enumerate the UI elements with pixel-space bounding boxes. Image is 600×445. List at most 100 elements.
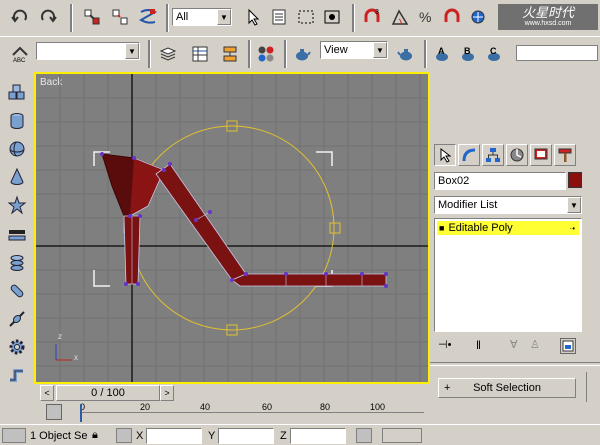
- rectangular-selection-region-button[interactable]: [294, 5, 318, 29]
- list-icon: [272, 9, 286, 25]
- create-box-button[interactable]: [4, 80, 30, 106]
- chevron-down-icon: ▼: [125, 43, 139, 59]
- open-mini-curve-editor-button[interactable]: [46, 404, 62, 420]
- render-c-button[interactable]: C: [482, 42, 506, 66]
- named-selection-sets-button[interactable]: ABC: [8, 42, 32, 66]
- create-hose-button[interactable]: [4, 362, 30, 388]
- track-bar[interactable]: 0 20 40 60 80 100: [36, 402, 428, 424]
- tube-icon: [10, 255, 24, 271]
- hierarchy-icon: [486, 148, 500, 162]
- create-star-button[interactable]: [4, 192, 30, 218]
- render-b-button[interactable]: B: [456, 42, 480, 66]
- track-tick-label: 60: [262, 402, 273, 412]
- selection-filter-value: All: [176, 11, 189, 23]
- configure-icon: [562, 340, 574, 352]
- layers-icon: [159, 47, 177, 61]
- toolbar-separator: [284, 40, 287, 68]
- y-coordinate-field[interactable]: [218, 428, 274, 444]
- tab-display[interactable]: [530, 144, 552, 166]
- modifier-stack-item[interactable]: ■ Editable Poly ·•: [437, 221, 579, 235]
- snaps-toggle-button[interactable]: 3: [360, 5, 384, 29]
- show-end-result-button[interactable]: ǁ: [476, 338, 492, 356]
- x-coordinate-field[interactable]: [146, 428, 202, 444]
- time-slider-thumb[interactable]: 0 / 100: [56, 385, 160, 401]
- toolbar-scroll-field[interactable]: [516, 45, 598, 61]
- time-slider-prev-button[interactable]: <: [40, 385, 54, 401]
- reference-coordinate-value: View: [324, 44, 348, 56]
- create-spindle-button[interactable]: [4, 306, 30, 332]
- create-gear-button[interactable]: [4, 334, 30, 360]
- make-unique-button[interactable]: ∀: [510, 338, 526, 356]
- panel-scrollbar[interactable]: [586, 372, 599, 402]
- tab-modify[interactable]: [458, 144, 480, 166]
- material-spheres-icon: [258, 46, 274, 62]
- schematic-view-button[interactable]: [218, 42, 242, 66]
- absolute-mode-toggle[interactable]: [116, 428, 132, 443]
- time-slider-next-button[interactable]: >: [160, 385, 174, 401]
- tab-hierarchy[interactable]: [482, 144, 504, 166]
- redo-button[interactable]: [36, 5, 60, 29]
- tab-create[interactable]: [434, 144, 456, 166]
- command-panel: Box02 Modifier List ▼ ■ Editable Poly ·•…: [430, 72, 600, 402]
- percent-snap-button[interactable]: %: [414, 5, 438, 29]
- grid-setting-button[interactable]: [356, 428, 372, 443]
- axis-x-label: x: [74, 353, 78, 362]
- track-tick-label: 80: [320, 402, 331, 412]
- create-cylinder-button[interactable]: [4, 108, 30, 134]
- svg-text:A: A: [438, 46, 445, 56]
- spinner-snap-button[interactable]: [440, 5, 464, 29]
- angle-snap-icon: [391, 9, 409, 25]
- selection-filter-dropdown[interactable]: All ▼: [172, 8, 232, 26]
- undo-button[interactable]: [8, 5, 32, 29]
- layer-manager-button[interactable]: [156, 42, 180, 66]
- axis-tripod: [55, 344, 72, 361]
- create-cone-button[interactable]: [4, 164, 30, 190]
- expand-plus-icon[interactable]: ■: [439, 223, 444, 233]
- tab-utilities[interactable]: [554, 144, 576, 166]
- configure-modifier-sets-button[interactable]: [560, 338, 576, 354]
- tab-motion[interactable]: [506, 144, 528, 166]
- render-scene-button[interactable]: [290, 42, 314, 66]
- pin-stack-button[interactable]: ⊣•: [438, 338, 456, 356]
- create-tube-button[interactable]: [4, 250, 30, 276]
- select-by-name-button[interactable]: [268, 5, 292, 29]
- unlink-selection-button[interactable]: [108, 5, 132, 29]
- teapot-c-icon: C: [488, 46, 500, 61]
- render-a-button[interactable]: A: [430, 42, 454, 66]
- modifier-stack-item-label: Editable Poly: [448, 222, 513, 234]
- soft-selection-rollout[interactable]: + Soft Selection: [438, 378, 576, 398]
- viewport-back[interactable]: Back x z: [36, 74, 428, 382]
- track-bar-ruler: [80, 412, 424, 423]
- arrow-cursor-icon: [440, 147, 452, 163]
- svg-text:C: C: [490, 46, 497, 56]
- modifier-stack: ■ Editable Poly ·•: [434, 218, 582, 332]
- z-coordinate-field[interactable]: [290, 428, 346, 444]
- toolbar-separator: [166, 4, 169, 32]
- material-editor-button[interactable]: [254, 42, 278, 66]
- window-crossing-icon: [324, 10, 340, 24]
- remove-modifier-button[interactable]: ♙: [530, 338, 546, 356]
- svg-text:B: B: [464, 46, 471, 56]
- curve-editor-button[interactable]: [188, 42, 212, 66]
- bind-to-space-warp-button[interactable]: [136, 5, 160, 29]
- select-object-button[interactable]: [242, 5, 266, 29]
- quick-render-button[interactable]: [394, 42, 418, 66]
- create-capsule-button[interactable]: [4, 278, 30, 304]
- object-color-swatch[interactable]: [568, 172, 582, 188]
- script-listener-button[interactable]: [2, 428, 26, 443]
- lock-icon[interactable]: 🔒︎: [92, 429, 98, 442]
- toolbar-separator: [424, 40, 427, 68]
- object-name-field[interactable]: Box02: [434, 172, 566, 190]
- named-selection-dropdown[interactable]: ▼: [36, 42, 140, 60]
- window-crossing-button[interactable]: [320, 5, 344, 29]
- teapot-icon: [397, 49, 412, 61]
- select-and-link-button[interactable]: [80, 5, 104, 29]
- edit-named-selections-button[interactable]: [466, 5, 490, 29]
- create-sphere-button[interactable]: [4, 136, 30, 162]
- angle-snap-button[interactable]: [388, 5, 412, 29]
- track-tick-label: 100: [370, 402, 386, 412]
- create-plane-button[interactable]: [4, 222, 30, 248]
- modifier-list-dropdown[interactable]: Modifier List ▼: [434, 196, 582, 214]
- reference-coordinate-dropdown[interactable]: View ▼: [320, 41, 388, 59]
- soft-selection-label: Soft Selection: [473, 382, 541, 394]
